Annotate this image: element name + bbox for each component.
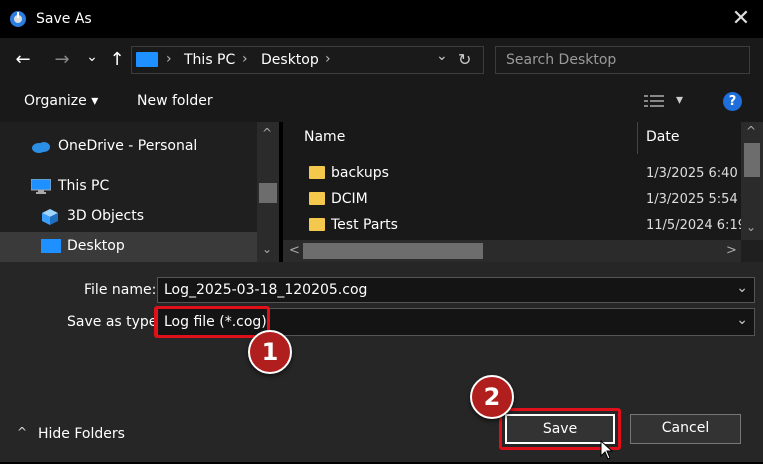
- file-row-date: 1/3/2025 6:40 F: [646, 166, 750, 181]
- close-button[interactable]: ✕: [728, 6, 754, 32]
- back-button[interactable]: ←: [12, 50, 34, 70]
- file-horizontal-scroll-thumb[interactable]: [303, 243, 483, 259]
- file-row-name[interactable]: backups: [331, 165, 389, 181]
- breadcrumb-this-pc[interactable]: This PC: [184, 52, 235, 68]
- sidebar-scroll-up-button[interactable]: ^: [262, 126, 272, 140]
- sidebar-item-desktop[interactable]: Desktop: [67, 238, 125, 254]
- save-as-type-label: Save as type:: [67, 314, 163, 330]
- hide-folders-button[interactable]: Hide Folders: [38, 426, 125, 442]
- sidebar-scroll-thumb[interactable]: [259, 183, 277, 203]
- organize-button[interactable]: Organize ▾: [24, 93, 98, 109]
- column-divider: [637, 122, 638, 154]
- address-dropdown-button[interactable]: ⌄: [436, 48, 448, 64]
- mouse-cursor-icon: [600, 439, 614, 460]
- organize-label: Organize: [24, 93, 87, 109]
- sidebar-item-3d-objects[interactable]: 3D Objects: [67, 208, 144, 224]
- folder-icon: [309, 166, 325, 179]
- file-name-input[interactable]: Log_2025-03-18_120205.cog ⌄: [157, 277, 755, 303]
- desktop-icon: [41, 239, 61, 253]
- file-row-date: 1/3/2025 5:54 F: [646, 192, 750, 207]
- view-list-icon[interactable]: [644, 93, 666, 109]
- breadcrumb-separator: ›: [242, 51, 248, 67]
- cube-icon: [41, 208, 59, 226]
- file-scroll-up-button[interactable]: ^: [746, 124, 756, 138]
- file-row-name[interactable]: DCIM: [331, 191, 368, 207]
- cancel-button[interactable]: Cancel: [630, 414, 741, 444]
- file-scroll-left-button[interactable]: <: [289, 243, 300, 258]
- up-button[interactable]: ↑: [106, 50, 128, 70]
- window-title: Save As: [36, 11, 92, 27]
- forward-button[interactable]: →: [51, 50, 73, 70]
- sidebar-scroll-down-button[interactable]: ⌄: [262, 242, 272, 256]
- step-badge-1: 1: [248, 330, 292, 374]
- search-placeholder: Search Desktop: [506, 52, 617, 68]
- column-header-date[interactable]: Date: [646, 129, 679, 145]
- file-row-date: 11/5/2024 6:19: [646, 218, 746, 233]
- file-name-label: File name:: [84, 282, 157, 298]
- folder-icon: [309, 218, 325, 231]
- monitor-icon: [30, 178, 52, 194]
- folder-icon: [309, 192, 325, 205]
- breadcrumb-desktop[interactable]: Desktop: [261, 52, 319, 68]
- sidebar-item-onedrive[interactable]: OneDrive - Personal: [58, 138, 197, 154]
- chevron-down-icon[interactable]: ⌄: [736, 308, 748, 332]
- cloud-icon: [31, 139, 51, 153]
- sidebar-item-this-pc[interactable]: This PC: [58, 178, 109, 194]
- file-row-name[interactable]: Test Parts: [331, 217, 398, 233]
- desktop-location-icon: [136, 52, 158, 67]
- file-vertical-scroll-thumb[interactable]: [744, 143, 760, 177]
- scrollbar-corner: [741, 240, 763, 262]
- file-name-value: Log_2025-03-18_120205.cog: [164, 282, 368, 298]
- column-header-name[interactable]: Name: [304, 129, 345, 145]
- highlight-box-type: [154, 306, 270, 338]
- save-app-icon: [9, 10, 27, 28]
- step-badge-2: 2: [470, 375, 514, 419]
- breadcrumb-separator: ›: [325, 51, 331, 67]
- new-folder-button[interactable]: New folder: [137, 93, 213, 109]
- view-dropdown-button[interactable]: ▾: [676, 92, 683, 108]
- title-bar: [0, 0, 763, 38]
- refresh-button[interactable]: ↻: [458, 50, 471, 69]
- chevron-up-icon[interactable]: ^: [17, 425, 27, 439]
- selected-item-highlight: [0, 232, 257, 262]
- recent-locations-button[interactable]: ⌄: [85, 47, 99, 67]
- file-scroll-right-button[interactable]: >: [726, 243, 737, 258]
- search-box[interactable]: Search Desktop: [495, 46, 750, 74]
- file-scroll-down-button[interactable]: ⌄: [746, 220, 756, 234]
- file-name-dropdown-icon[interactable]: ⌄: [736, 276, 748, 300]
- breadcrumb-separator: ›: [166, 51, 172, 67]
- chevron-down-icon: ▾: [91, 93, 99, 109]
- help-icon[interactable]: ?: [723, 92, 742, 111]
